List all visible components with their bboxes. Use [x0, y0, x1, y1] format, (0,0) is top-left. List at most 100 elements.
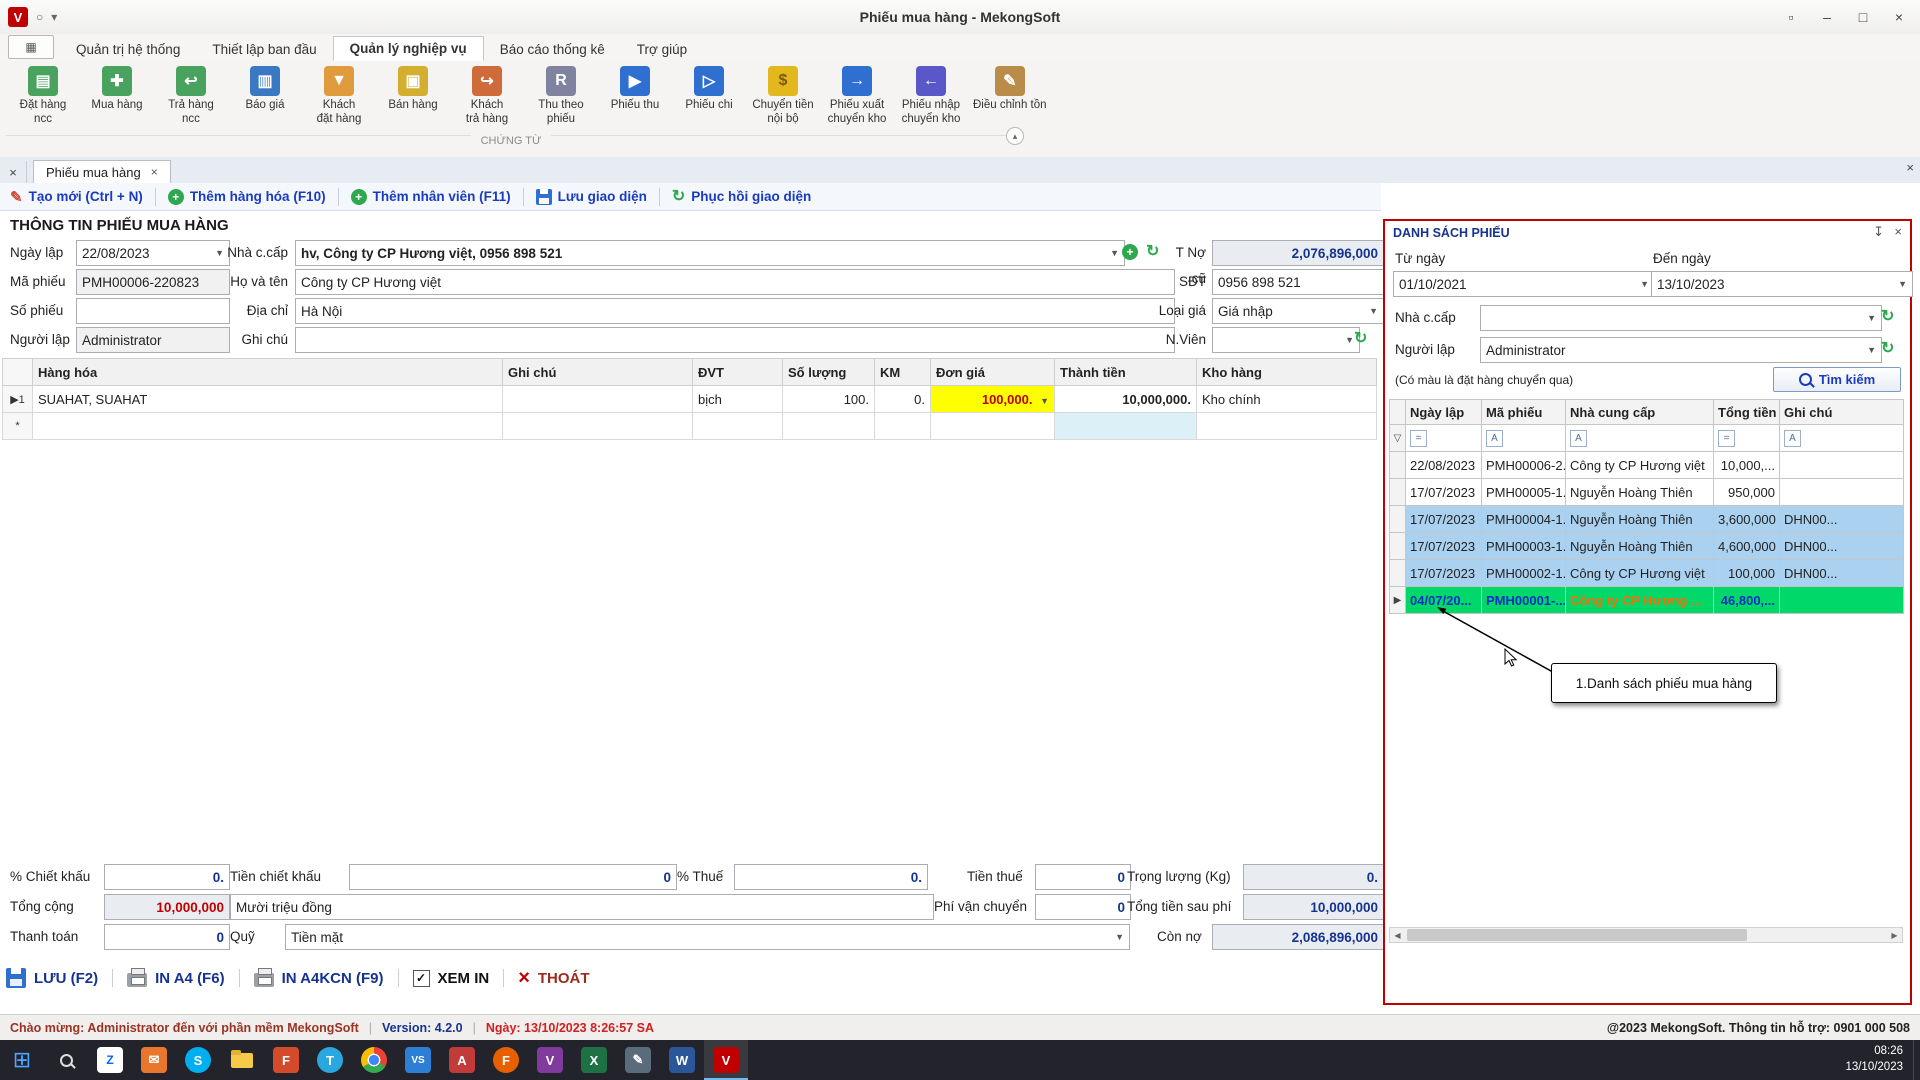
po-row[interactable]: 17/07/2023PMH00003-1...Nguyễn Hoàng Thiê…: [1390, 533, 1904, 560]
taskbar-mail-icon[interactable]: ✉: [132, 1040, 176, 1080]
taskbar-vscode-icon[interactable]: VS: [396, 1040, 440, 1080]
col-so-luong[interactable]: Số lượng: [783, 359, 875, 386]
col-hang-hoa[interactable]: Hàng hóa: [33, 359, 503, 386]
tab-close-icon[interactable]: ×: [151, 165, 158, 179]
cell-qty[interactable]: 100.: [783, 386, 875, 413]
cell-unit[interactable]: bịch: [693, 386, 783, 413]
cell-unit-price[interactable]: [931, 413, 1055, 440]
preview-checkbox[interactable]: ✓XEM IN: [413, 970, 490, 987]
cell-unit-price[interactable]: 100,000. ▼: [931, 386, 1055, 413]
taskbar-word-icon[interactable]: W: [660, 1040, 704, 1080]
taskbar-zalo-icon[interactable]: Z: [88, 1040, 132, 1080]
checkbox-checked-icon[interactable]: ✓: [413, 970, 430, 987]
cell-warehouse[interactable]: [1197, 413, 1377, 440]
cell-unit[interactable]: [693, 413, 783, 440]
restore-layout-button[interactable]: ↻Phục hồi giao diện: [672, 189, 811, 205]
ribbon-item-thu-theo-phieu[interactable]: RThu theo phiếu: [524, 64, 598, 129]
shipping-fee-input[interactable]: 0: [1035, 894, 1131, 920]
taskbar-chrome-icon[interactable]: [352, 1040, 396, 1080]
taskbar-app-red-icon[interactable]: A: [440, 1040, 484, 1080]
chevron-down-icon[interactable]: ▼: [1040, 396, 1049, 406]
menu-tab-quan-ly-nghiep-vu[interactable]: Quản lý nghiệp vụ: [333, 36, 484, 61]
pct-discount-input[interactable]: 0.: [104, 864, 230, 890]
filter-eq-icon[interactable]: =: [1410, 430, 1427, 447]
scroll-left-icon[interactable]: ◀: [1390, 928, 1405, 942]
supplier-filter-select[interactable]: ▼: [1480, 305, 1882, 331]
ribbon-item-tra-hang-ncc[interactable]: ↩Trả hàng ncc: [154, 64, 228, 129]
scrollbar-thumb[interactable]: [1407, 929, 1747, 941]
chevron-down-icon[interactable]: ▼: [1640, 279, 1649, 289]
sdt-input[interactable]: 0956 898 521: [1212, 269, 1384, 295]
print-a4kcn-button[interactable]: IN A4KCN (F9): [254, 969, 384, 987]
chevron-down-icon[interactable]: ▼: [1110, 248, 1119, 258]
ribbon-item-khach-dat-hang[interactable]: ▼Khách đặt hàng: [302, 64, 376, 129]
ribbon-item-bao-gia[interactable]: ▥Báo giá: [228, 64, 302, 115]
panel-close-icon[interactable]: ×: [1894, 224, 1902, 239]
chevron-down-icon[interactable]: ▼: [1867, 313, 1876, 323]
menu-tab-quan-tri-he-thong[interactable]: Quản trị hệ thống: [60, 38, 196, 61]
taskbar-visual-studio-icon[interactable]: V: [528, 1040, 572, 1080]
cell-km[interactable]: 0.: [875, 386, 931, 413]
cell-qty[interactable]: [783, 413, 875, 440]
col-kho-hang[interactable]: Kho hàng: [1197, 359, 1377, 386]
n-vien-select[interactable]: ▼: [1212, 327, 1360, 353]
item-row[interactable]: ▶1 SUAHAT, SUAHAT bịch 100. 0. 100,000. …: [3, 386, 1377, 413]
creator-filter-select[interactable]: Administrator▼: [1480, 337, 1882, 363]
tab-phieu-mua-hang[interactable]: Phiếu mua hàng ×: [33, 160, 171, 183]
chevron-down-icon[interactable]: ▼: [1867, 345, 1876, 355]
save-button[interactable]: LƯU (F2): [6, 968, 98, 988]
window-close-button[interactable]: ×: [1882, 4, 1916, 30]
start-button[interactable]: ⊞: [0, 1040, 44, 1080]
taskbar-file-explorer-icon[interactable]: [220, 1040, 264, 1080]
po-col-tong-tien[interactable]: Tổng tiền: [1714, 400, 1780, 425]
filter-text-icon[interactable]: A: [1570, 430, 1587, 447]
taskbar-clock[interactable]: 08:26 13/10/2023: [1845, 1044, 1913, 1075]
ribbon-item-khach-tra-hang[interactable]: ↪Khách trả hàng: [450, 64, 524, 129]
add-product-button[interactable]: +Thêm hàng hóa (F10): [168, 189, 326, 205]
refresh-supplier-filter-icon[interactable]: ↻: [1881, 309, 1894, 325]
ribbon-item-dat-hang-ncc[interactable]: ▤Đặt hàng ncc: [6, 64, 80, 129]
po-col-ma-phieu[interactable]: Mã phiếu: [1482, 400, 1566, 425]
filter-eq-icon[interactable]: =: [1718, 430, 1735, 447]
pin-icon[interactable]: ↧: [1873, 224, 1884, 240]
po-row-selected[interactable]: ▶ 04/07/20...PMH00001-...Công ty CP Hươn…: [1390, 587, 1904, 614]
refresh-employee-icon[interactable]: ↻: [1354, 331, 1367, 347]
cell-km[interactable]: [875, 413, 931, 440]
taskbar-search-icon[interactable]: [44, 1040, 88, 1080]
cell-product[interactable]: [33, 413, 503, 440]
nha-ccap-input[interactable]: hv, Công ty CP Hương việt, 0956 898 521▼: [295, 240, 1125, 266]
po-grid-filter-row[interactable]: ▽ = A A = A: [1390, 425, 1904, 452]
chevron-down-icon[interactable]: ▼: [1115, 932, 1124, 942]
show-desktop-button[interactable]: [1913, 1040, 1920, 1080]
search-button[interactable]: Tìm kiếm: [1773, 367, 1901, 392]
po-col-ghi-chu[interactable]: Ghi chú: [1780, 400, 1904, 425]
filter-text-icon[interactable]: A: [1784, 430, 1801, 447]
ribbon-item-dieu-chinh-ton[interactable]: ✎Điều chỉnh tồn: [968, 64, 1052, 115]
window-fit-button[interactable]: ▫: [1774, 4, 1808, 30]
fund-select[interactable]: Tiền mặt▼: [285, 924, 1130, 950]
ribbon-item-phieu-xuat-chuyen-kho[interactable]: →Phiếu xuất chuyển kho: [820, 64, 894, 129]
tabstrip-close-button[interactable]: ×: [1906, 160, 1914, 175]
col-ghi-chu[interactable]: Ghi chú: [503, 359, 693, 386]
paid-input[interactable]: 0: [104, 924, 230, 950]
menu-tab-thiet-lap-ban-dau[interactable]: Thiết lập ban đầu: [196, 38, 332, 61]
horizontal-scrollbar[interactable]: ◀ ▶: [1389, 927, 1903, 943]
col-km[interactable]: KM: [875, 359, 931, 386]
window-maximize-button[interactable]: □: [1846, 4, 1880, 30]
po-row[interactable]: 17/07/2023PMH00002-1...Công ty CP Hương …: [1390, 560, 1904, 587]
po-col-ngay-lap[interactable]: Ngày lập: [1406, 400, 1482, 425]
exit-button[interactable]: ×THOÁT: [518, 968, 589, 988]
ghi-chu-input[interactable]: [295, 327, 1175, 353]
col-thanh-tien[interactable]: Thành tiền: [1055, 359, 1197, 386]
taskbar-telegram-icon[interactable]: T: [308, 1040, 352, 1080]
ribbon-collapse-button[interactable]: ▴: [1006, 127, 1024, 145]
to-date-input[interactable]: 13/10/2023▼: [1651, 271, 1913, 297]
pct-tax-input[interactable]: 0.: [734, 864, 928, 890]
po-row[interactable]: 17/07/2023PMH00005-1...Nguyễn Hoàng Thiê…: [1390, 479, 1904, 506]
cell-note[interactable]: [503, 386, 693, 413]
menu-tab-tro-giup[interactable]: Trợ giúp: [621, 38, 703, 61]
dia-chi-input[interactable]: Hà Nội: [295, 298, 1175, 324]
discount-input[interactable]: 0: [349, 864, 677, 890]
add-employee-button[interactable]: +Thêm nhân viên (F11): [351, 189, 511, 205]
taskbar-notepad-icon[interactable]: ✎: [616, 1040, 660, 1080]
